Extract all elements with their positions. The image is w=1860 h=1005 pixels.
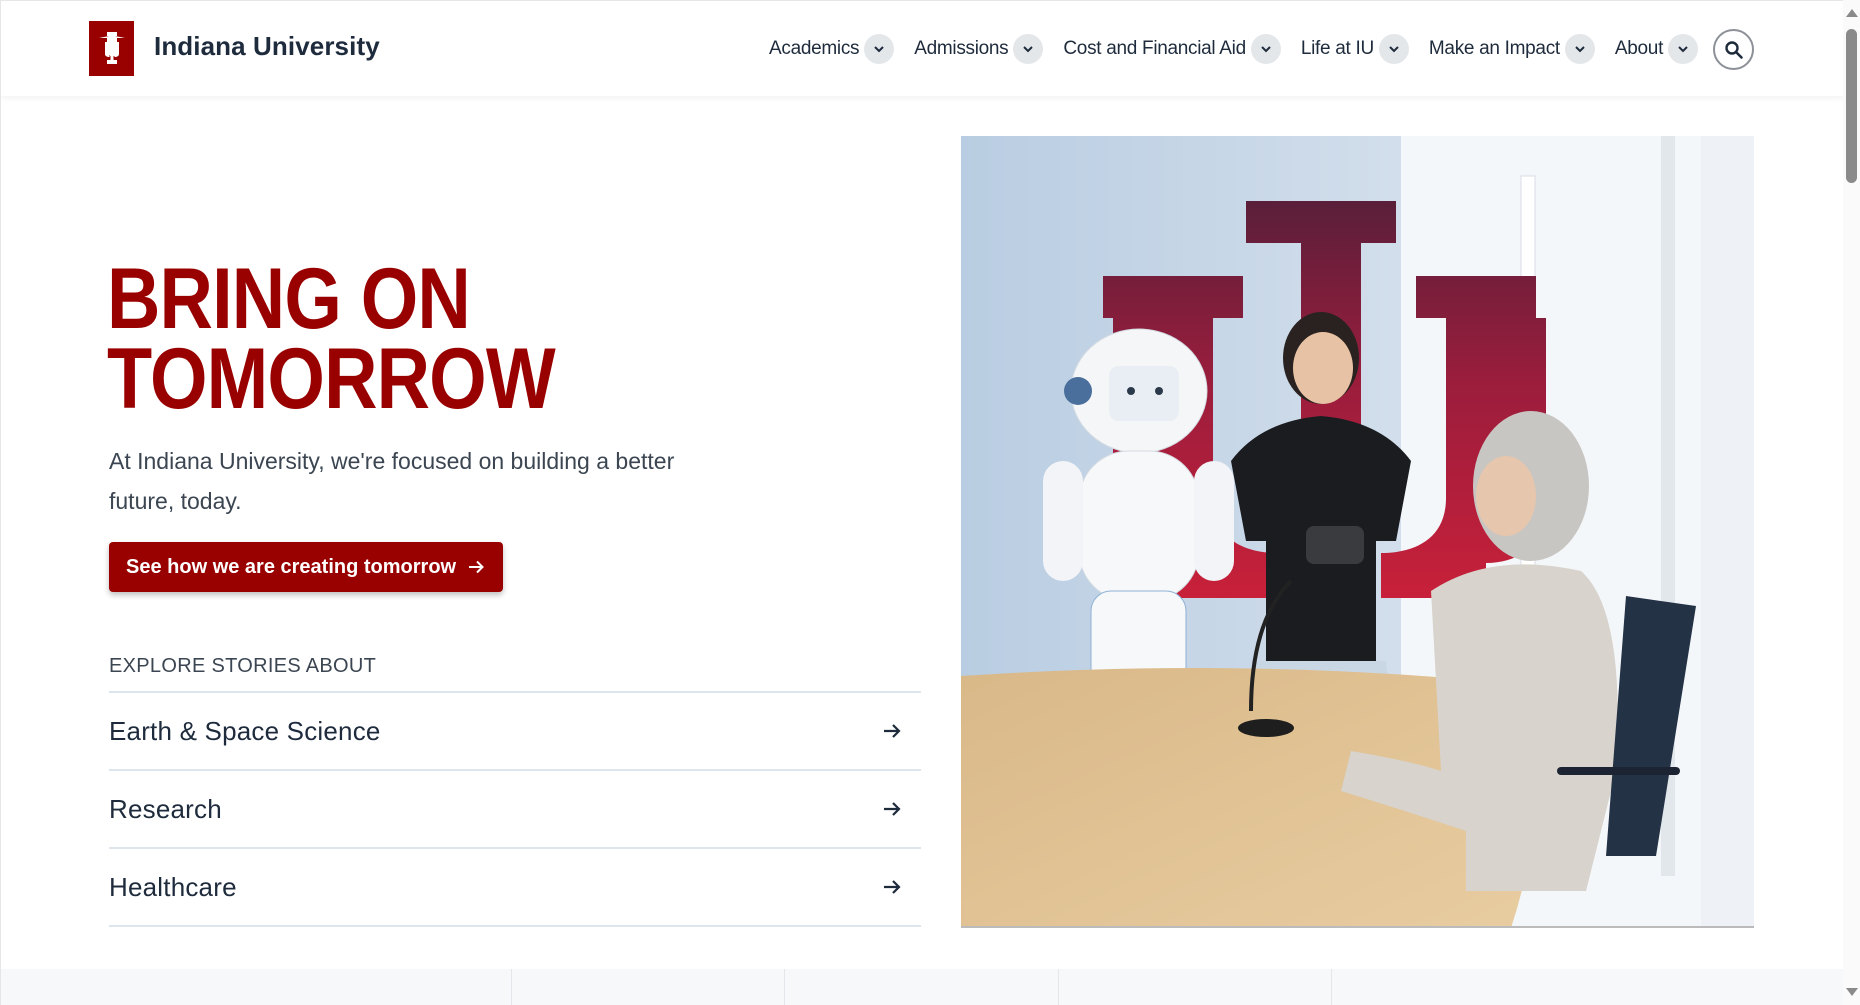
chevron-down-icon[interactable] — [864, 34, 895, 64]
hero-title-line: BRING ON — [107, 251, 471, 347]
iu-trident-icon — [98, 31, 125, 64]
stories-list: Earth & Space Science Research Healthcar… — [109, 691, 921, 927]
scrollbar-thumb[interactable] — [1846, 29, 1857, 183]
page: Indiana University Academics Admissions … — [0, 0, 1843, 1005]
nav-admissions[interactable]: Admissions — [914, 34, 1044, 64]
story-label: Healthcare — [109, 871, 237, 902]
scroll-down-arrow-icon[interactable] — [1846, 988, 1858, 996]
chevron-down-icon[interactable] — [1668, 34, 1699, 64]
cta-button[interactable]: See how we are creating tomorrow — [109, 542, 503, 592]
story-label: Research — [109, 793, 222, 824]
nav-make-an-impact[interactable]: Make an Impact — [1429, 34, 1595, 64]
strip-divider — [511, 969, 512, 1005]
site-brand[interactable]: Indiana University — [154, 31, 380, 62]
arrow-right-icon — [884, 880, 901, 894]
chevron-down-icon[interactable] — [1250, 34, 1281, 64]
story-link-earth-space-science[interactable]: Earth & Space Science — [109, 693, 921, 771]
iu-logo[interactable] — [89, 21, 134, 76]
story-link-research[interactable]: Research — [109, 771, 921, 849]
hero-title: BRING ON TOMORROW — [107, 251, 556, 427]
arrow-right-icon — [884, 802, 901, 816]
hero-image — [961, 136, 1754, 928]
story-label: Earth & Space Science — [109, 715, 381, 746]
nav-academics[interactable]: Academics — [769, 34, 895, 64]
nav-label: About — [1614, 38, 1664, 59]
strip-divider — [1331, 969, 1332, 1005]
strip-divider — [1058, 969, 1059, 1005]
vertical-scrollbar[interactable] — [1843, 0, 1860, 1005]
search-icon — [1724, 40, 1743, 59]
nav-label: Academics — [769, 38, 860, 59]
cta-label: See how we are creating tomorrow — [126, 555, 457, 578]
explore-label: EXPLORE STORIES ABOUT — [109, 655, 377, 677]
nav-label: Life at IU — [1300, 38, 1374, 59]
chevron-down-icon[interactable] — [1564, 34, 1595, 64]
nav-label: Cost and Financial Aid — [1063, 38, 1246, 59]
nav-cost-financial-aid[interactable]: Cost and Financial Aid — [1063, 34, 1281, 64]
arrow-right-icon — [469, 560, 485, 574]
strip-divider — [784, 969, 785, 1005]
search-button[interactable] — [1713, 29, 1754, 70]
nav-label: Admissions — [914, 38, 1009, 59]
nav-about[interactable]: About — [1614, 34, 1699, 64]
quick-links-strip — [1, 969, 1843, 1005]
nav-life-at-iu[interactable]: Life at IU — [1301, 34, 1409, 64]
main-nav: Academics Admissions Cost and Financial … — [769, 29, 1718, 69]
nav-label: Make an Impact — [1428, 38, 1560, 59]
hero-description: At Indiana University, we're focused on … — [109, 448, 675, 514]
arrow-right-icon — [884, 724, 901, 738]
site-header: Indiana University Academics Admissions … — [1, 1, 1843, 96]
scroll-up-arrow-icon[interactable] — [1846, 9, 1858, 17]
chevron-down-icon[interactable] — [1378, 34, 1409, 64]
story-link-healthcare[interactable]: Healthcare — [109, 849, 921, 927]
hero-title-line: TOMORROW — [107, 331, 556, 427]
chevron-down-icon[interactable] — [1013, 34, 1044, 64]
